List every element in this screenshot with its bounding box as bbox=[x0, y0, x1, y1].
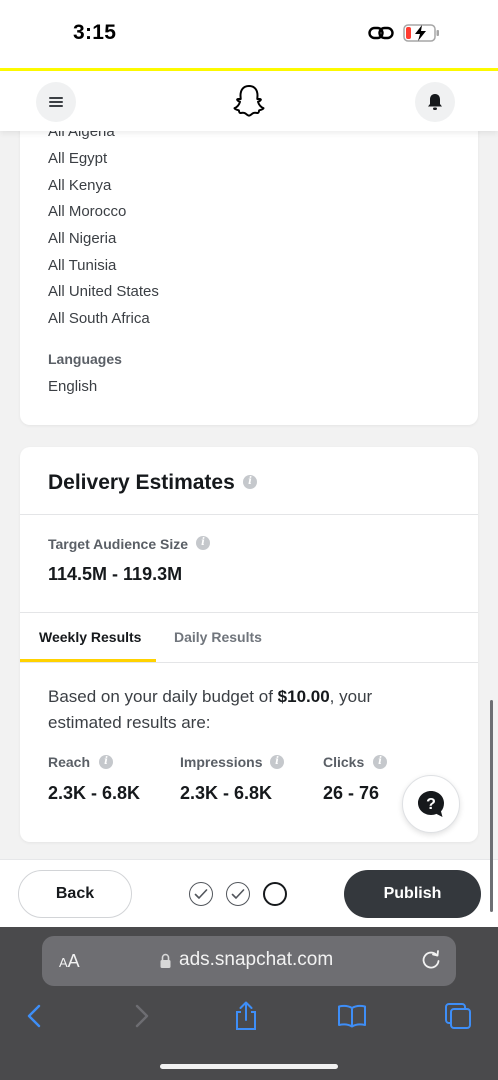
audience-size-label: Target Audience Size bbox=[48, 536, 189, 552]
step-complete-icon bbox=[226, 882, 250, 906]
location-item: All Nigeria bbox=[48, 230, 117, 247]
chevron-right-icon bbox=[135, 1004, 149, 1028]
chevron-left-icon bbox=[27, 1004, 41, 1028]
languages-value: English bbox=[48, 378, 98, 395]
location-item: All Tunisia bbox=[48, 257, 117, 274]
info-icon[interactable]: i bbox=[196, 536, 210, 550]
reach-label: Reach bbox=[48, 754, 91, 770]
location-item: All Algeria bbox=[48, 131, 115, 140]
book-icon bbox=[338, 1004, 366, 1028]
tab-weekly-results[interactable]: Weekly Results bbox=[39, 629, 141, 645]
location-item: All Kenya bbox=[48, 177, 112, 194]
svg-text:?: ? bbox=[426, 796, 436, 813]
link-icon bbox=[368, 26, 394, 40]
languages-heading: Languages bbox=[48, 351, 122, 367]
tabs-button[interactable] bbox=[443, 1001, 473, 1031]
location-item: All Morocco bbox=[48, 203, 127, 220]
info-icon[interactable]: i bbox=[270, 755, 284, 769]
bottom-action-bar: Back Publish bbox=[0, 859, 498, 927]
back-button[interactable]: Back bbox=[18, 870, 132, 918]
divider bbox=[20, 514, 478, 515]
status-time: 3:15 bbox=[73, 21, 117, 44]
browser-forward-button[interactable] bbox=[127, 1001, 157, 1031]
info-icon[interactable]: i bbox=[243, 475, 257, 489]
snapchat-ghost-logo[interactable] bbox=[232, 83, 266, 119]
reader-text-size-button[interactable]: AA bbox=[59, 951, 80, 972]
location-item: All South Africa bbox=[48, 310, 150, 327]
top-nav bbox=[0, 71, 498, 131]
url-text: ads.snapchat.com bbox=[179, 949, 334, 970]
content-area[interactable]: All Algeria All Egypt All Kenya All Moro… bbox=[0, 131, 498, 859]
location-item: All United States bbox=[48, 283, 159, 300]
address-bar[interactable]: AA ads.snapchat.com bbox=[42, 936, 456, 986]
divider bbox=[20, 612, 478, 613]
tabs-icon bbox=[445, 1003, 471, 1029]
menu-button[interactable] bbox=[36, 82, 76, 122]
browser-toolbar: AA ads.snapchat.com bbox=[0, 927, 498, 1080]
help-chat-button[interactable]: ? bbox=[402, 775, 460, 833]
reach-value: 2.3K - 6.8K bbox=[48, 783, 141, 803]
home-indicator bbox=[160, 1064, 338, 1069]
step-current-icon bbox=[263, 882, 287, 906]
status-bar: 3:15 bbox=[0, 0, 498, 68]
reload-icon[interactable] bbox=[420, 949, 442, 971]
targeting-summary-card: All Algeria All Egypt All Kenya All Moro… bbox=[20, 131, 478, 425]
hamburger-icon bbox=[49, 97, 63, 107]
browser-back-button[interactable] bbox=[19, 1001, 49, 1031]
notifications-button[interactable] bbox=[415, 82, 455, 122]
help-question-icon: ? bbox=[418, 791, 444, 817]
impressions-value: 2.3K - 6.8K bbox=[180, 783, 273, 803]
clicks-label: Clicks bbox=[323, 754, 365, 770]
publish-button[interactable]: Publish bbox=[344, 870, 481, 918]
divider bbox=[20, 662, 478, 663]
impressions-label: Impressions bbox=[180, 754, 263, 770]
battery-charging-icon bbox=[403, 24, 439, 42]
tab-daily-results[interactable]: Daily Results bbox=[174, 629, 262, 645]
info-icon[interactable]: i bbox=[99, 755, 113, 769]
share-icon bbox=[236, 1001, 256, 1030]
bell-icon bbox=[428, 94, 442, 110]
audience-size-value: 114.5M - 119.3M bbox=[48, 564, 183, 584]
scrollbar[interactable] bbox=[490, 700, 493, 912]
budget-description: Based on your daily budget of $10.00, yo… bbox=[48, 687, 373, 732]
delivery-estimates-title: Delivery Estimates bbox=[48, 471, 235, 494]
location-item: All Egypt bbox=[48, 150, 108, 167]
lock-icon bbox=[160, 953, 171, 968]
info-icon[interactable]: i bbox=[373, 755, 387, 769]
share-button[interactable] bbox=[231, 1001, 261, 1031]
budget-amount: $10.00 bbox=[277, 687, 330, 706]
clicks-value: 26 - 76 bbox=[323, 783, 380, 803]
step-complete-icon bbox=[189, 882, 213, 906]
bookmarks-button[interactable] bbox=[337, 1001, 367, 1031]
